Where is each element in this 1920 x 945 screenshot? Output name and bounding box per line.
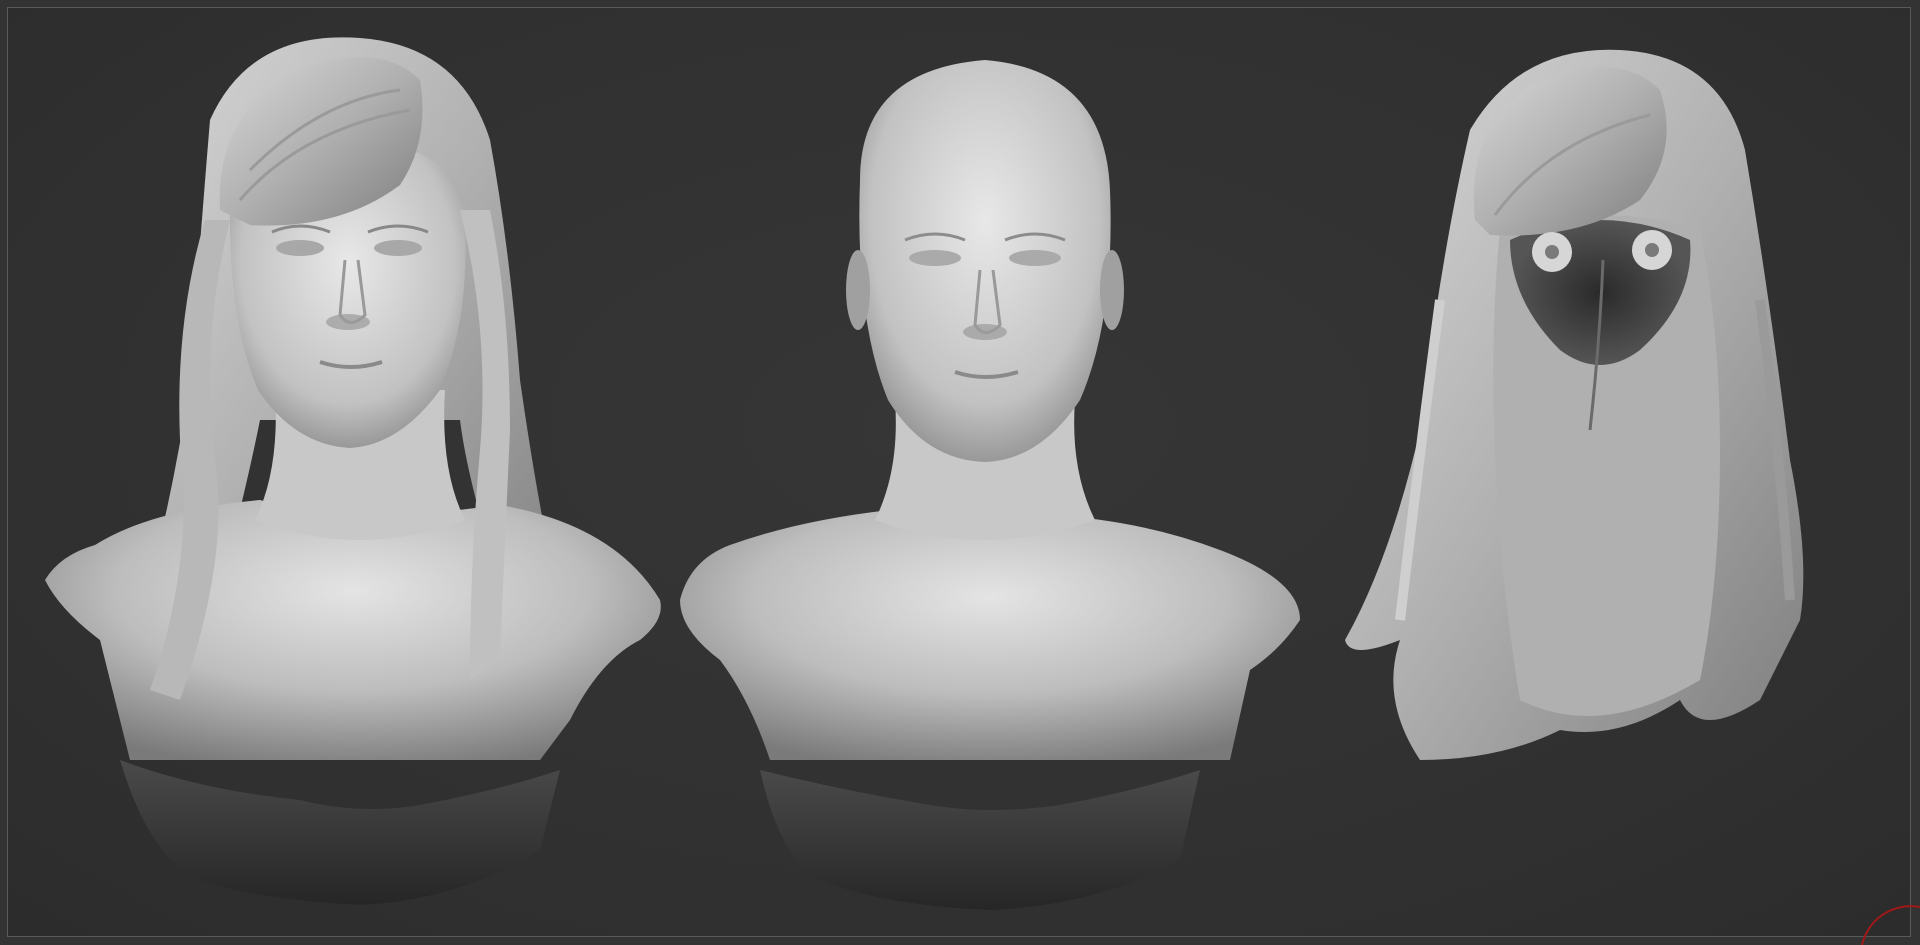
dress [760,770,1200,910]
eye-left [276,240,324,256]
eye-right [1009,250,1061,266]
rotation-arc-icon[interactable] [1850,905,1920,945]
bust-with-hair[interactable] [45,37,661,905]
eye-left [909,250,961,266]
canvas-viewport[interactable] [0,0,1920,945]
head [859,60,1111,462]
sculpt-scene[interactable] [0,0,1920,945]
hair-mesh-with-eyes[interactable] [1345,49,1804,760]
bald-bust[interactable] [680,60,1300,910]
torso [680,510,1300,760]
eye-right [374,240,422,256]
ear-left [846,250,870,330]
dress [120,760,560,905]
ear-right [1100,250,1124,330]
